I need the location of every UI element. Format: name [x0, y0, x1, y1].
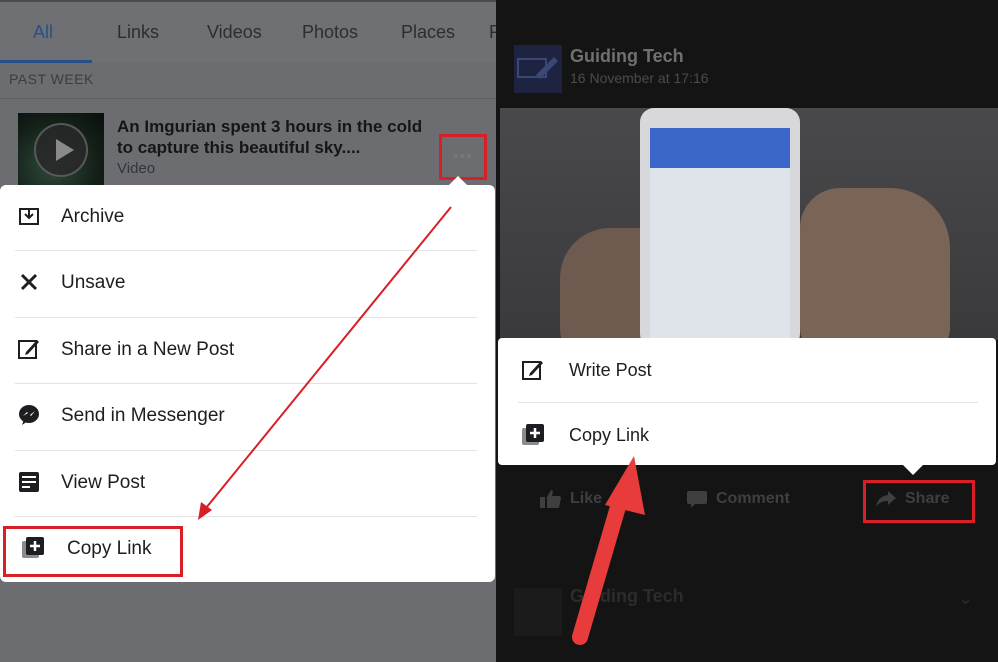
share-menu-item-write-post[interactable]: Write Post — [498, 338, 996, 401]
phone-image — [640, 108, 800, 340]
active-tab-indicator — [0, 60, 92, 63]
post-icon — [19, 472, 39, 492]
play-icon — [34, 123, 88, 177]
compose-icon — [18, 340, 39, 359]
archive-icon — [19, 208, 39, 225]
tab-photos[interactable]: Photos — [302, 22, 358, 43]
share-highlight — [863, 480, 975, 523]
menu-label-share-new-post: Share in a New Post — [61, 339, 235, 360]
share-menu-item-copy-link[interactable]: Copy Link — [498, 403, 996, 466]
comment-label: Comment — [716, 490, 790, 508]
like-icon — [540, 490, 561, 508]
menu-label-unsave: Unsave — [61, 272, 126, 293]
post-page-name[interactable]: Guiding Tech — [570, 46, 684, 67]
messenger-icon — [19, 405, 39, 425]
tab-all[interactable]: All — [33, 22, 53, 43]
hand-image — [800, 188, 950, 340]
tab-links[interactable]: Links — [117, 22, 159, 43]
like-label: Like — [570, 490, 603, 508]
menu-item-view-post[interactable]: View Post — [0, 451, 495, 517]
page-avatar[interactable] — [514, 45, 562, 93]
left-screenshot: All Links Videos Photos Places P PAST WE… — [0, 0, 496, 662]
saved-item-type: Video — [117, 160, 156, 177]
share-menu-pointer — [903, 465, 923, 475]
phone-screen-bar — [650, 128, 790, 168]
menu-label-view-post: View Post — [61, 472, 146, 493]
menu-label-send-messenger: Send in Messenger — [61, 405, 225, 426]
more-options-button[interactable]: ••• — [439, 134, 487, 180]
menu-item-share-new-post[interactable]: Share in a New Post — [0, 318, 495, 384]
divider — [0, 98, 496, 99]
saved-tabs-bar: All Links Videos Photos Places P — [0, 0, 496, 63]
menu-label-archive: Archive — [61, 206, 125, 227]
post-timestamp: 16 November at 17:16 — [570, 70, 709, 86]
saved-item-title[interactable]: An Imgurian spent 3 hours in the cold to… — [117, 116, 437, 158]
guiding-tech-logo-icon — [517, 57, 558, 79]
comment-button[interactable]: Comment — [686, 490, 790, 508]
menu-item-archive[interactable]: Archive — [0, 185, 495, 251]
menu-item-unsave[interactable]: Unsave — [0, 251, 495, 317]
page-avatar[interactable] — [514, 588, 562, 636]
copy-link-icon — [522, 424, 544, 445]
menu-item-send-messenger[interactable]: Send in Messenger — [0, 384, 495, 450]
like-button[interactable]: Like — [540, 490, 602, 508]
section-label-past-week: PAST WEEK — [9, 71, 94, 87]
copy-link-highlight — [3, 526, 183, 577]
comment-icon — [687, 491, 707, 508]
share-menu-label-copy-link: Copy Link — [569, 425, 650, 445]
saved-item-menu: Archive Unsave Share in a New Post Send … — [0, 185, 495, 582]
post-video[interactable] — [500, 108, 998, 340]
video-thumbnail[interactable] — [18, 113, 104, 189]
phone-screen — [650, 128, 790, 340]
next-post-page-name[interactable]: Guiding Tech — [570, 586, 684, 607]
share-menu-label-write-post: Write Post — [569, 360, 652, 380]
tab-videos[interactable]: Videos — [207, 22, 262, 43]
tab-places[interactable]: Places — [401, 22, 455, 43]
share-menu: Write Post Copy Link — [498, 338, 996, 465]
close-icon — [20, 273, 38, 291]
right-screenshot: Guiding Tech 16 November at 17:16 Write … — [496, 0, 998, 662]
tab-partial[interactable]: P — [489, 22, 496, 43]
chevron-down-icon[interactable]: ⌄ — [958, 588, 973, 609]
compose-icon — [522, 361, 543, 380]
